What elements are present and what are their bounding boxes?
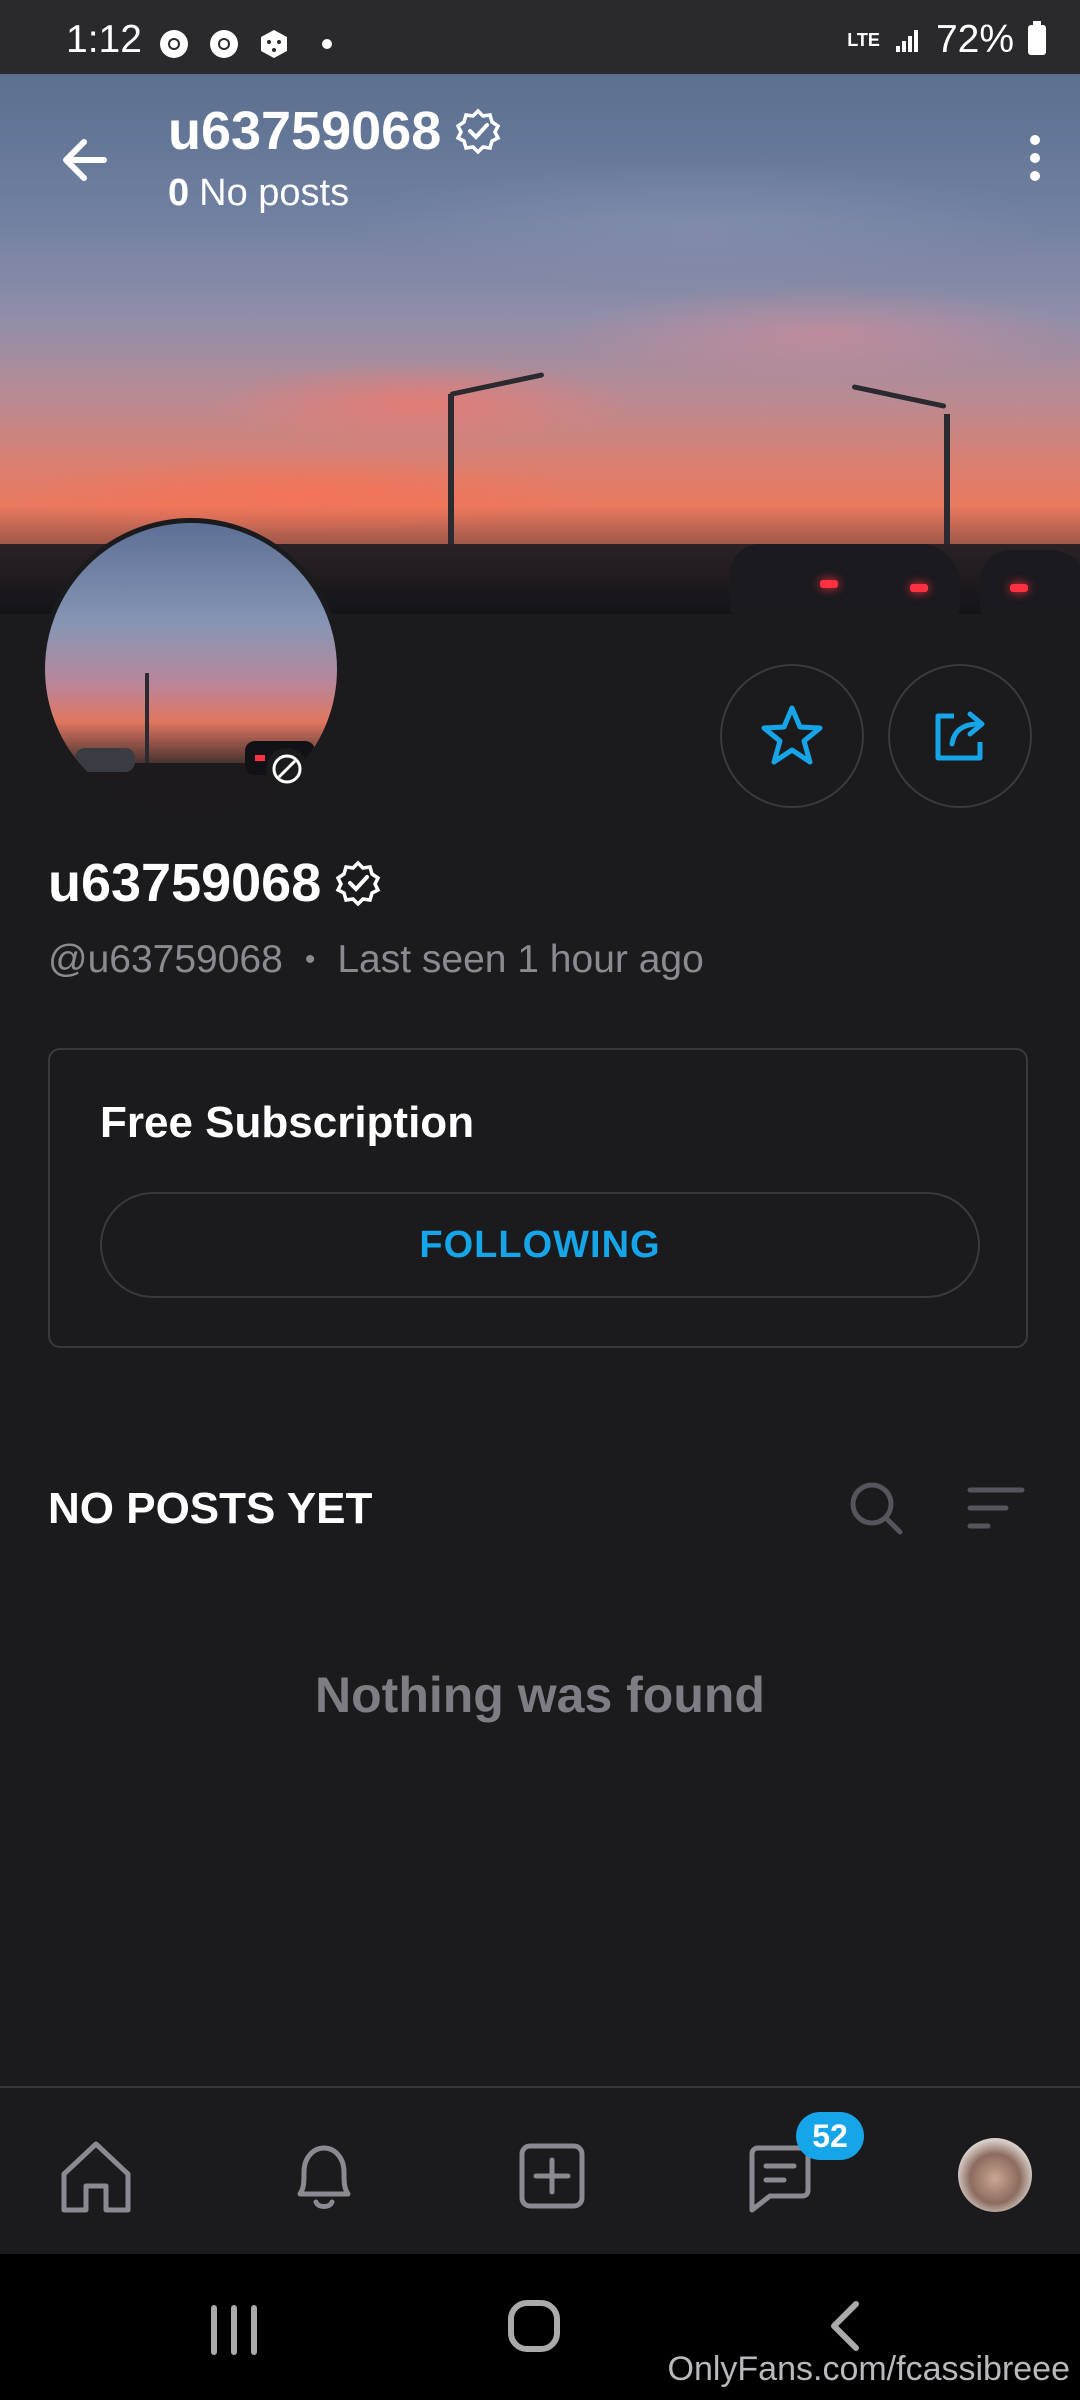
notification-dot [322, 39, 332, 49]
last-seen-status: Last seen 1 hour ago [337, 938, 704, 981]
recent-apps-icon[interactable] [206, 2302, 262, 2358]
network-label: LTE [847, 30, 880, 50]
header-title: u63759068 [168, 100, 501, 162]
profile-handle: @u63759068 [48, 938, 283, 981]
bell-icon [297, 2145, 351, 2209]
watermark-text: OnlyFans.com/fcassibreee [667, 2350, 1071, 2388]
empty-state-text: Nothing was found [315, 1667, 765, 1723]
meta-separator: • [304, 943, 316, 976]
star-icon [761, 705, 823, 765]
battery-icon [1028, 21, 1046, 55]
posts-heading: NO POSTS YET [48, 1484, 373, 1533]
chrome-icon [160, 30, 188, 58]
messages-count-badge: 52 [796, 2112, 864, 2160]
add-post-icon [519, 2143, 585, 2209]
posts-count-number: 0 [168, 172, 190, 214]
back-arrow-icon[interactable] [54, 130, 114, 190]
tail-light [910, 584, 928, 592]
profile-meta: @u63759068 • Last seen 1 hour ago [48, 938, 704, 982]
profile-name: u63759068 [48, 852, 381, 914]
favorite-button[interactable] [720, 664, 864, 808]
battery-percent: 72% [935, 18, 1014, 61]
car [980, 550, 1080, 614]
nav-home-button[interactable] [54, 2134, 138, 2218]
nav-new-post-button[interactable] [510, 2134, 594, 2218]
offline-status-icon [266, 748, 308, 790]
car [730, 544, 960, 614]
signal-icon [895, 30, 918, 52]
subscription-title: Free Subscription [100, 1098, 475, 1147]
status-bar: 1:12 LTE 72% [0, 0, 1080, 74]
profile-display-name: u63759068 [48, 853, 322, 913]
chrome-icon [210, 30, 238, 58]
back-chevron-icon[interactable] [818, 2298, 874, 2354]
home-button-icon[interactable] [506, 2298, 562, 2354]
tail-light [1010, 584, 1028, 592]
dice-icon [261, 30, 287, 58]
sort-icon[interactable] [966, 1482, 1026, 1534]
tail-light [820, 580, 838, 588]
bottom-navigation [0, 2086, 1080, 2256]
status-right: LTE 72% [847, 18, 1046, 62]
search-icon[interactable] [846, 1478, 906, 1538]
verified-badge-icon [455, 108, 501, 154]
subscription-card: Free Subscription FOLLOWING [48, 1048, 1028, 1348]
header-posts-count: 0 No posts [168, 172, 349, 215]
share-button[interactable] [888, 664, 1032, 808]
header-username: u63759068 [168, 101, 442, 161]
status-notification-icons [158, 28, 332, 60]
home-icon [61, 2141, 131, 2213]
posts-count-label: No posts [199, 172, 350, 214]
status-time: 1:12 [66, 18, 142, 61]
following-button[interactable]: FOLLOWING [100, 1192, 980, 1298]
share-icon [935, 711, 985, 761]
verified-badge-icon [335, 860, 381, 906]
nav-notifications-button[interactable] [282, 2134, 366, 2218]
nav-profile-avatar[interactable] [958, 2138, 1032, 2212]
more-vertical-icon[interactable] [1020, 128, 1050, 188]
